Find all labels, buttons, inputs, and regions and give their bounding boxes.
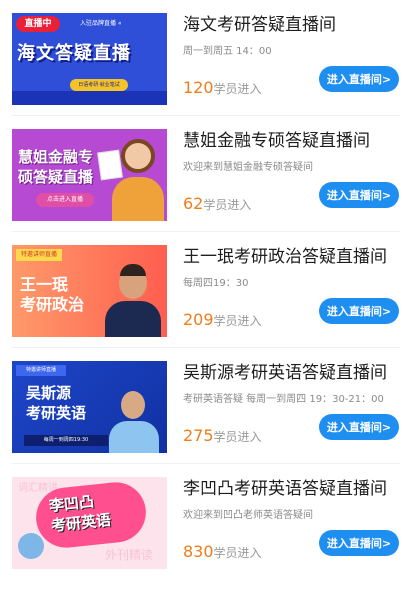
member-count-number: 62 bbox=[183, 194, 204, 213]
member-count-number: 830 bbox=[183, 542, 214, 561]
list-item[interactable]: 词汇精讲 李凹凸 考研英语 外刊精读 李凹凸考研英语答疑直播间 欢迎来到凹凸老师英… bbox=[0, 464, 410, 580]
live-room-thumbnail[interactable]: 特邀讲师直播 王一珉 考研政治 bbox=[12, 245, 167, 337]
thumbnail-title: 海文答疑直播 bbox=[17, 43, 131, 64]
thumbnail-title: 王一珉 考研政治 bbox=[20, 275, 84, 315]
member-count: 209学员进入 bbox=[183, 310, 262, 331]
thumbnail-title-line-2: 考研英语 bbox=[26, 404, 87, 422]
live-room-thumbnail[interactable]: 直播中 入驻品牌直播 « 海文答疑直播 日语考研·就业笔试 bbox=[12, 13, 167, 105]
member-count: 120学员进入 bbox=[183, 78, 262, 99]
thumbnail-title: 慧姐金融专硕答疑直播 bbox=[18, 147, 93, 187]
person-torso-illustration bbox=[112, 177, 164, 221]
member-count-suffix: 学员进入 bbox=[213, 546, 262, 560]
enter-live-room-button[interactable]: 进入直播间> bbox=[319, 182, 399, 208]
live-room-description: 欢迎来到凹凸老师英语答疑间 bbox=[183, 510, 313, 521]
list-item[interactable]: 直播中 入驻品牌直播 « 海文答疑直播 日语考研·就业笔试 海文考研答疑直播间 … bbox=[0, 0, 410, 116]
enter-live-room-button[interactable]: 进入直播间> bbox=[319, 414, 399, 440]
member-count: 275学员进入 bbox=[183, 426, 262, 447]
member-count: 830学员进入 bbox=[183, 542, 262, 563]
person-hair-illustration bbox=[120, 264, 146, 276]
member-count-suffix: 学员进入 bbox=[203, 198, 252, 212]
paper-illustration bbox=[97, 149, 123, 181]
thumbnail-time: 每周一到周四19:30 bbox=[24, 435, 108, 446]
member-count-suffix: 学员进入 bbox=[213, 314, 262, 328]
thumbnail-title: 李凹凸 考研英语 bbox=[48, 490, 112, 536]
enter-live-room-button[interactable]: 进入直播间> bbox=[319, 298, 399, 324]
enter-live-room-button[interactable]: 进入直播间> bbox=[319, 66, 399, 92]
person-torso-illustration bbox=[109, 421, 159, 453]
thumbnail-decor-text: 外刊精读 bbox=[104, 548, 153, 562]
list-item[interactable]: 特邀讲师直播 吴斯源 考研英语 每周一到周四19:30 吴斯源考研英语答疑直播间 … bbox=[0, 348, 410, 464]
person-illustration bbox=[121, 391, 145, 419]
thumbnail-note: 入驻品牌直播 « bbox=[80, 20, 122, 27]
thumbnail-bar bbox=[12, 91, 167, 105]
enter-live-room-button[interactable]: 进入直播间> bbox=[319, 530, 399, 556]
live-room-schedule: 周一到周五 14：00 bbox=[183, 46, 272, 57]
thumbnail-pill: 日语考研·就业笔试 bbox=[70, 79, 128, 91]
thumbnail-title-line-1: 慧姐金融专 bbox=[18, 148, 94, 166]
member-count-suffix: 学员进入 bbox=[213, 82, 262, 96]
live-room-title[interactable]: 慧姐金融专硕答疑直播间 bbox=[183, 130, 370, 152]
member-count: 62学员进入 bbox=[183, 194, 251, 215]
thumbnail-title-line-1: 吴斯源 bbox=[26, 384, 72, 402]
member-count-suffix: 学员进入 bbox=[213, 430, 262, 444]
live-badge: 直播中 bbox=[16, 16, 60, 32]
list-item[interactable]: 慧姐金融专硕答疑直播 点击进入直播 慧姐金融专硕答疑直播间 欢迎来到慧姐金融专硕… bbox=[0, 116, 410, 232]
live-room-thumbnail[interactable]: 慧姐金融专硕答疑直播 点击进入直播 bbox=[12, 129, 167, 221]
member-count-number: 120 bbox=[183, 78, 214, 97]
thumbnail-tag: 特邀讲师直播 bbox=[16, 365, 66, 376]
thumbnail-pill: 点击进入直播 bbox=[36, 193, 94, 207]
thumbnail-title-line-1: 王一珉 bbox=[20, 275, 69, 294]
thumbnail-title-line-2: 硕答疑直播 bbox=[18, 168, 94, 186]
live-room-title[interactable]: 海文考研答疑直播间 bbox=[183, 14, 336, 36]
thumbnail-tag: 特邀讲师直播 bbox=[16, 249, 62, 261]
person-illustration bbox=[121, 139, 155, 173]
live-room-list: 直播中 入驻品牌直播 « 海文答疑直播 日语考研·就业笔试 海文考研答疑直播间 … bbox=[0, 0, 410, 595]
live-room-schedule: 每周四19：30 bbox=[183, 278, 249, 289]
person-illustration bbox=[18, 533, 44, 559]
member-count-number: 209 bbox=[183, 310, 214, 329]
thumbnail-title-line-2: 考研政治 bbox=[20, 295, 85, 314]
person-torso-illustration bbox=[105, 301, 161, 337]
live-room-schedule: 考研英语答疑 每周一到周四 19：30-21：00 bbox=[183, 394, 384, 405]
live-room-title[interactable]: 李凹凸考研英语答疑直播间 bbox=[183, 478, 387, 500]
live-room-thumbnail[interactable]: 特邀讲师直播 吴斯源考研英语 每周一到周四19:30 bbox=[12, 361, 167, 453]
live-room-thumbnail[interactable]: 词汇精讲 李凹凸 考研英语 外刊精读 bbox=[12, 477, 167, 569]
live-room-title[interactable]: 吴斯源考研英语答疑直播间 bbox=[183, 362, 387, 384]
thumbnail-title: 吴斯源 考研英语 bbox=[26, 383, 86, 423]
live-room-description: 欢迎来到慧姐金融专硕答疑间 bbox=[183, 162, 313, 173]
member-count-number: 275 bbox=[183, 426, 214, 445]
list-item[interactable]: 特邀讲师直播 王一珉 考研政治 王一珉考研政治答疑直播间 每周四19：30 209… bbox=[0, 232, 410, 348]
live-room-title[interactable]: 王一珉考研政治答疑直播间 bbox=[183, 246, 387, 268]
